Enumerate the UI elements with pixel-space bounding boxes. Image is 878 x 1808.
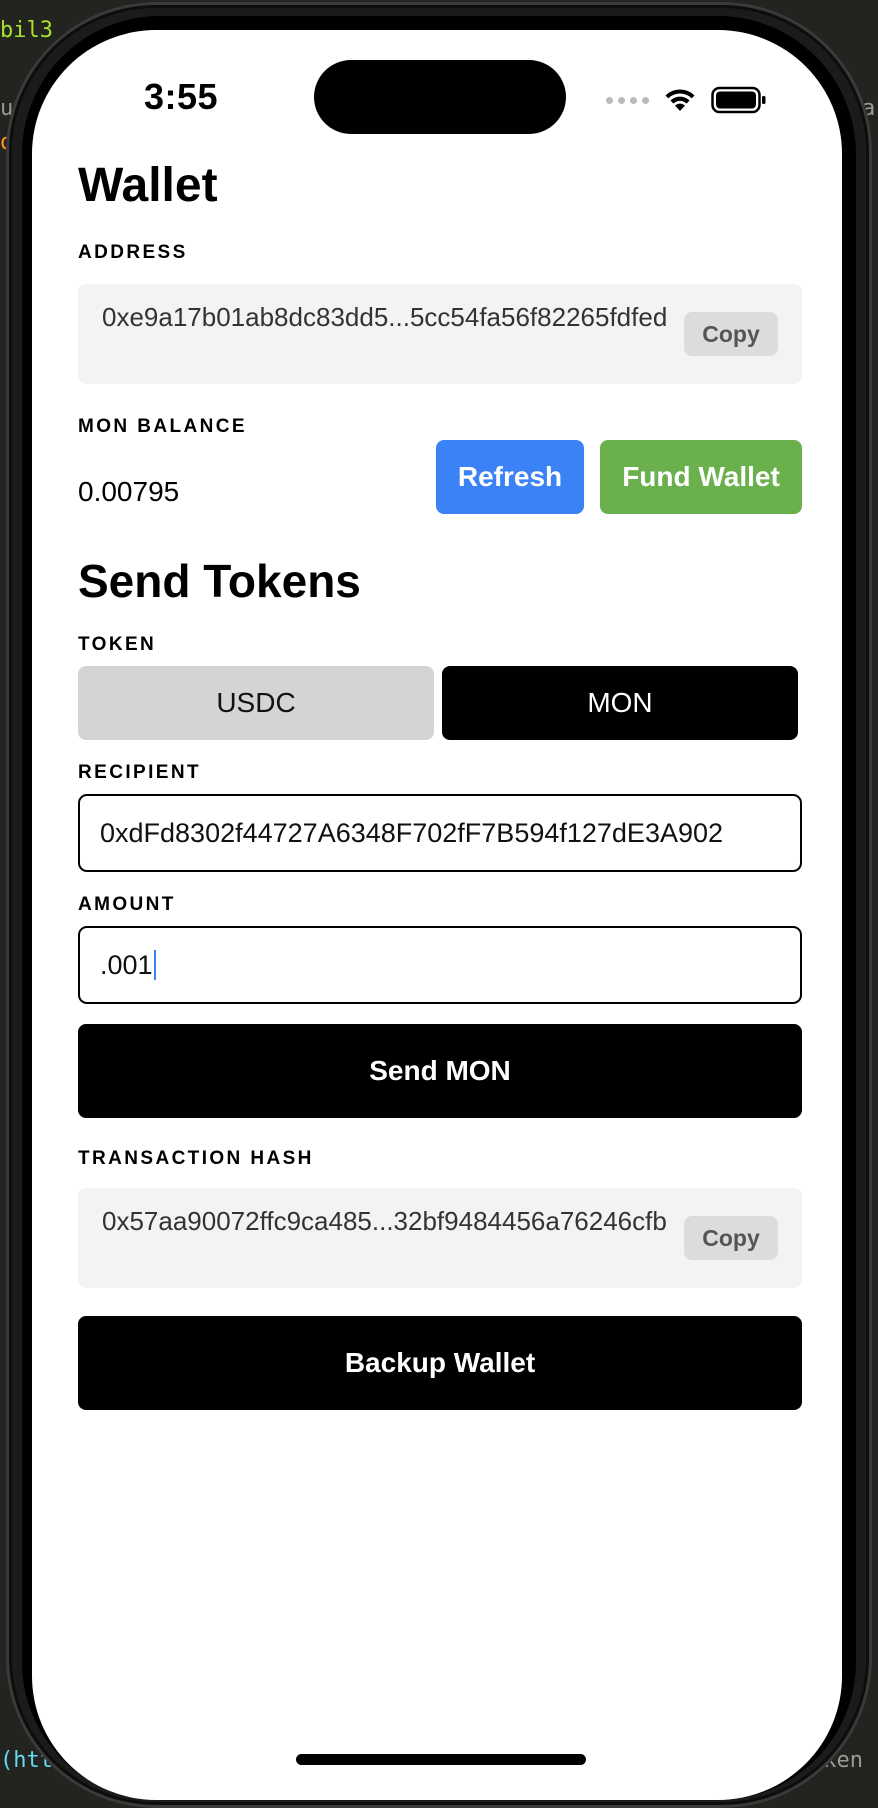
- transaction-hash-value: 0x57aa90072ffc9ca485...32bf9484456a76246…: [102, 1206, 667, 1236]
- recipient-label: RECIPIENT: [78, 762, 201, 783]
- send-tokens-heading: Send Tokens: [78, 555, 361, 607]
- text-caret: [153, 950, 156, 980]
- refresh-button[interactable]: Refresh: [436, 440, 584, 514]
- cellular-signal-icon: [606, 96, 649, 104]
- wifi-icon: [665, 89, 695, 111]
- address-value: 0xe9a17b01ab8dc83dd5...5cc54fa56f82265fd…: [102, 302, 668, 332]
- amount-value: .001: [100, 949, 153, 980]
- amount-label: AMOUNT: [78, 894, 176, 915]
- home-indicator[interactable]: [296, 1754, 586, 1765]
- status-time: 3:55: [144, 76, 219, 117]
- balance-value: 0.00795: [78, 476, 180, 507]
- transaction-hash-label: TRANSACTION HASH: [78, 1148, 314, 1169]
- dynamic-island: [314, 60, 566, 134]
- recipient-value: 0xdFd8302f44727A6348F702fF7B594f127dE3A9…: [100, 817, 724, 848]
- recipient-input[interactable]: 0xdFd8302f44727A6348F702fF7B594f127dE3A9…: [78, 794, 802, 872]
- battery-icon: [711, 86, 766, 114]
- status-icons: [606, 82, 767, 118]
- amount-input[interactable]: .001: [78, 926, 802, 1004]
- token-option-usdc[interactable]: USDC: [78, 666, 434, 740]
- token-option-mon[interactable]: MON: [442, 666, 798, 740]
- transaction-hash-box: 0x57aa90072ffc9ca485...32bf9484456a76246…: [78, 1188, 802, 1288]
- phone-screen: 3:55 Wallet ADDRESS 0xe9a17b01ab8dc83dd5…: [32, 30, 842, 1800]
- backup-wallet-button[interactable]: Backup Wallet: [78, 1316, 802, 1410]
- send-mon-button[interactable]: Send MON: [78, 1024, 802, 1118]
- balance-label: MON BALANCE: [78, 416, 247, 437]
- copy-address-button[interactable]: Copy: [684, 312, 778, 356]
- token-label: TOKEN: [78, 634, 157, 655]
- address-box: 0xe9a17b01ab8dc83dd5...5cc54fa56f82265fd…: [78, 284, 802, 384]
- address-label: ADDRESS: [78, 242, 188, 263]
- fund-wallet-button[interactable]: Fund Wallet: [600, 440, 802, 514]
- copy-transaction-hash-button[interactable]: Copy: [684, 1216, 778, 1260]
- page-title: Wallet: [78, 159, 218, 212]
- code-fragment: bil3: [0, 18, 53, 43]
